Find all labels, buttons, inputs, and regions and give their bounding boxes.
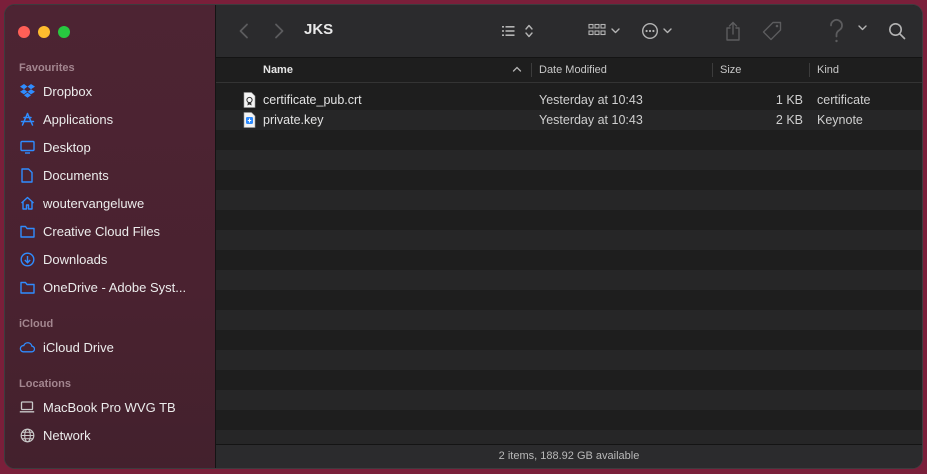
empty-row	[216, 350, 922, 370]
cloud-icon	[19, 339, 35, 355]
sidebar-item-home[interactable]: woutervangeluwe	[19, 192, 207, 214]
empty-row	[216, 130, 922, 150]
file-row[interactable]: certificate_pub.crt Yesterday at 10:43 1…	[216, 90, 922, 110]
laptop-icon	[19, 399, 35, 415]
column-header-kind[interactable]: Kind	[817, 64, 839, 76]
sidebar-section-locations: Locations	[19, 378, 71, 390]
sidebar-item-label: Desktop	[43, 139, 91, 155]
toolbar: JKS	[216, 5, 922, 58]
empty-row	[216, 430, 922, 445]
applications-icon	[19, 111, 35, 127]
share-icon[interactable]	[724, 19, 742, 43]
help-button[interactable]	[825, 19, 871, 43]
sidebar-item-onedrive[interactable]: OneDrive - Adobe Syst...	[19, 276, 207, 298]
sidebar-item-label: Applications	[43, 111, 114, 127]
empty-row	[216, 250, 922, 270]
empty-row	[216, 310, 922, 330]
sidebar-item-label: Creative Cloud Files	[43, 223, 161, 239]
column-header-size[interactable]: Size	[720, 64, 741, 76]
sidebar-item-label: iCloud Drive	[43, 339, 114, 355]
column-header-date-modified[interactable]: Date Modified	[539, 64, 607, 76]
globe-icon	[19, 427, 35, 443]
column-separator[interactable]	[531, 63, 532, 77]
window-controls	[18, 26, 70, 38]
status-bar: 2 items, 188.92 GB available	[216, 444, 922, 468]
certificate-file-icon	[243, 92, 256, 111]
sidebar-item-documents[interactable]: Documents	[19, 164, 207, 186]
column-separator[interactable]	[712, 63, 713, 77]
file-list: certificate_pub.crt Yesterday at 10:43 1…	[216, 90, 922, 445]
sidebar-section-favourites: Favourites	[19, 62, 75, 74]
close-window-button[interactable]	[18, 26, 30, 38]
forward-button[interactable]	[271, 19, 287, 43]
column-header-name[interactable]: Name	[263, 64, 293, 76]
sidebar-item-label: Dropbox	[43, 83, 93, 99]
document-icon	[19, 167, 35, 183]
folder-icon	[19, 279, 35, 295]
sidebar-item-macbook[interactable]: MacBook Pro WVG TB	[19, 396, 207, 418]
window-title: JKS	[304, 21, 334, 38]
minimize-window-button[interactable]	[38, 26, 50, 38]
sidebar-item-label: Documents	[43, 167, 109, 183]
sidebar-item-label: woutervangeluwe	[43, 195, 145, 211]
sidebar-item-network[interactable]: Network	[19, 424, 207, 446]
file-name: certificate_pub.crt	[263, 93, 362, 107]
empty-row	[216, 270, 922, 290]
empty-row	[216, 410, 922, 430]
group-by-button[interactable]	[588, 19, 622, 43]
sidebar: Favourites Dropbox Applications Desktop …	[5, 5, 216, 468]
main-content: JKS Name Date Modified Size Kind certifi…	[216, 5, 922, 468]
dropbox-icon	[19, 83, 35, 99]
empty-row	[216, 170, 922, 190]
sidebar-item-label: MacBook Pro WVG TB	[43, 399, 176, 415]
file-kind: certificate	[817, 93, 871, 107]
sidebar-item-desktop[interactable]: Desktop	[19, 136, 207, 158]
empty-row	[216, 190, 922, 210]
sidebar-item-label: OneDrive - Adobe Syst...	[43, 279, 187, 295]
file-kind: Keynote	[817, 113, 863, 127]
empty-row	[216, 230, 922, 250]
file-date-modified: Yesterday at 10:43	[539, 93, 643, 107]
downloads-icon	[19, 251, 35, 267]
more-actions-button[interactable]	[641, 19, 677, 43]
finder-window: Favourites Dropbox Applications Desktop …	[4, 4, 923, 469]
sort-ascending-icon	[512, 64, 522, 77]
file-size: 1 KB	[775, 93, 803, 107]
desktop-icon	[19, 139, 35, 155]
file-date-modified: Yesterday at 10:43	[539, 113, 643, 127]
empty-row	[216, 330, 922, 350]
sidebar-item-applications[interactable]: Applications	[19, 108, 207, 130]
sidebar-item-label: Downloads	[43, 251, 108, 267]
folder-icon	[19, 223, 35, 239]
home-icon	[19, 195, 35, 211]
sidebar-item-icloud-drive[interactable]: iCloud Drive	[19, 336, 207, 358]
status-text: 2 items, 188.92 GB available	[498, 450, 640, 462]
empty-row	[216, 390, 922, 410]
view-mode-list-button[interactable]	[502, 19, 536, 43]
empty-row	[216, 370, 922, 390]
sidebar-item-creative-cloud[interactable]: Creative Cloud Files	[19, 220, 207, 242]
sidebar-item-downloads[interactable]: Downloads	[19, 248, 207, 270]
empty-row	[216, 210, 922, 230]
file-size: 2 KB	[775, 113, 803, 127]
sidebar-section-icloud: iCloud	[19, 318, 54, 330]
file-name: private.key	[263, 113, 324, 127]
column-header-row: Name Date Modified Size Kind	[216, 58, 922, 83]
sidebar-item-dropbox[interactable]: Dropbox	[19, 80, 207, 102]
file-row[interactable]: private.key Yesterday at 10:43 2 KB Keyn…	[216, 110, 922, 130]
column-separator[interactable]	[809, 63, 810, 77]
empty-row	[216, 150, 922, 170]
sidebar-item-label: Network	[43, 427, 91, 443]
maximize-window-button[interactable]	[58, 26, 70, 38]
key-file-icon	[243, 112, 256, 131]
tag-icon[interactable]	[762, 19, 784, 43]
empty-row	[216, 290, 922, 310]
back-button[interactable]	[236, 19, 252, 43]
search-icon[interactable]	[887, 19, 907, 43]
